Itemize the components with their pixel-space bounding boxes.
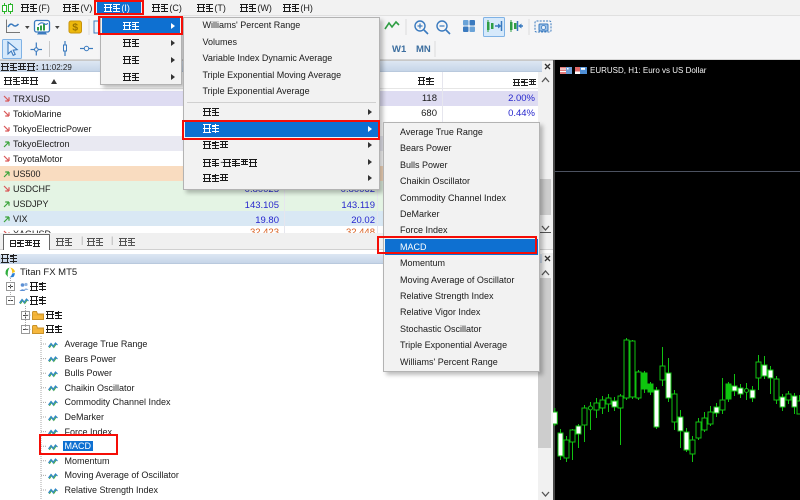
svg-text:W1: W1 [392,44,407,55]
svg-text:$: $ [72,22,78,34]
svg-text:MN: MN [416,44,431,55]
